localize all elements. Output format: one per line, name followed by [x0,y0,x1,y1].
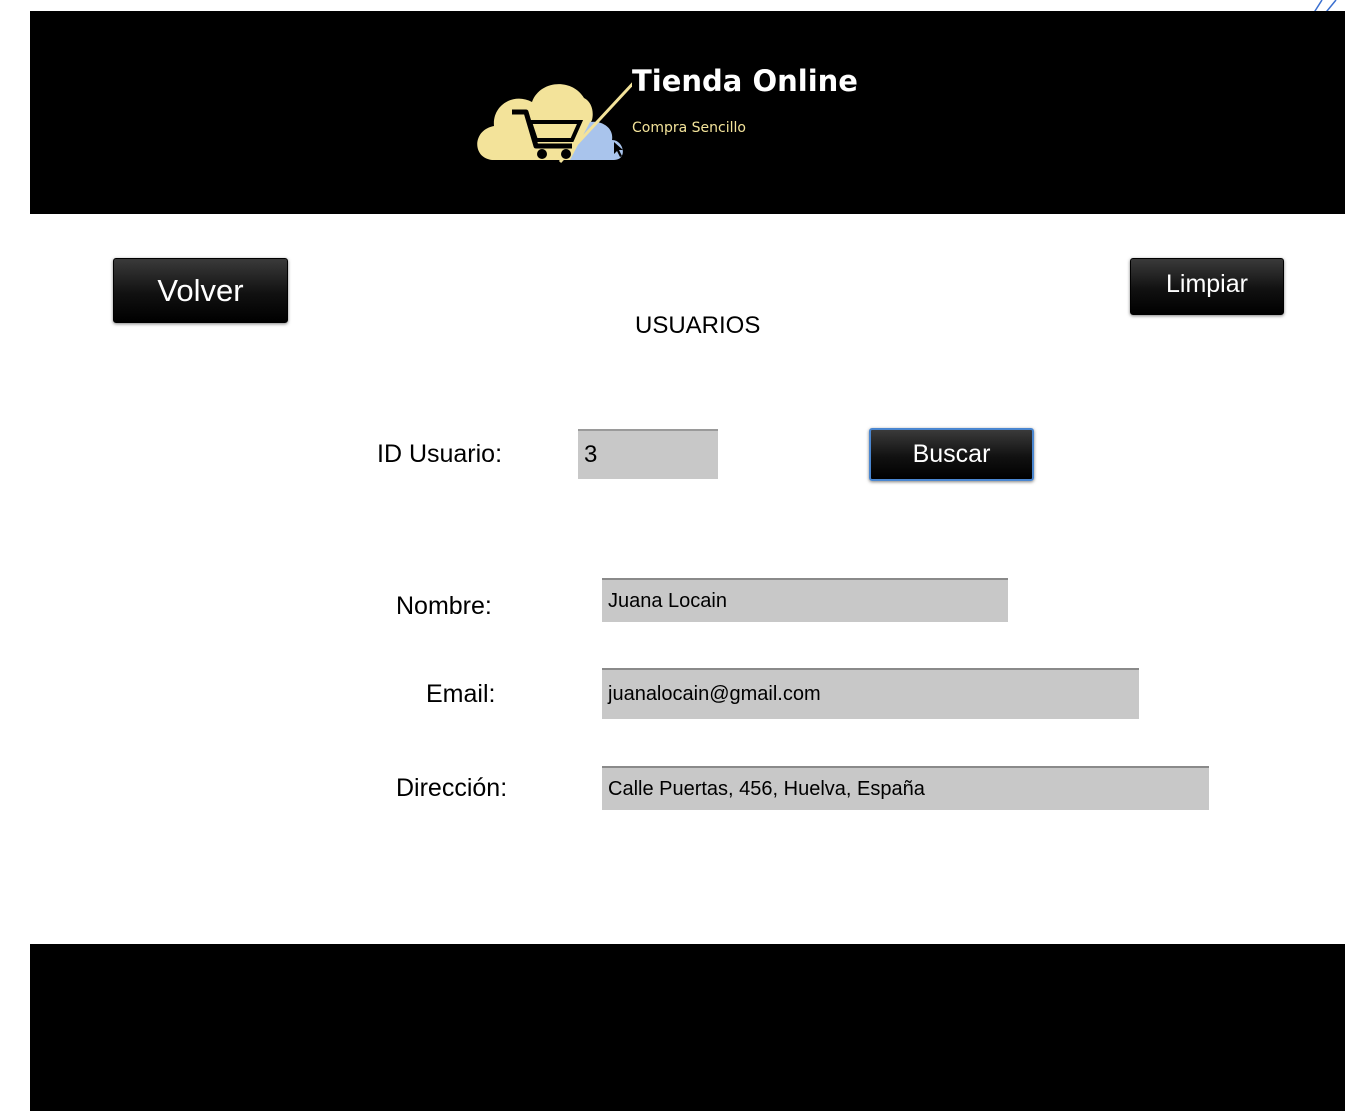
page-title: USUARIOS [635,312,761,339]
search-button[interactable]: Buscar [869,428,1034,481]
cloud-cart-logo-icon [477,82,632,164]
email-field[interactable]: juanalocain@gmail.com [602,668,1139,719]
user-id-label: ID Usuario: [377,440,503,468]
back-button[interactable]: Volver [113,258,288,323]
page: Tienda Online Compra Sencillo Volver Lim… [0,0,1345,1111]
name-field[interactable]: Juana Locain [602,578,1008,622]
user-id-input[interactable]: 3 [578,429,718,479]
brand-tagline: Compra Sencillo [632,120,746,136]
brand-title: Tienda Online [632,64,858,98]
address-label: Dirección: [396,774,508,802]
clear-button[interactable]: Limpiar [1130,258,1284,315]
header-banner [30,11,1345,214]
address-field[interactable]: Calle Puertas, 456, Huelva, España [602,766,1209,810]
footer-banner [30,944,1345,1111]
email-label: Email: [426,680,496,708]
name-label: Nombre: [396,592,492,620]
